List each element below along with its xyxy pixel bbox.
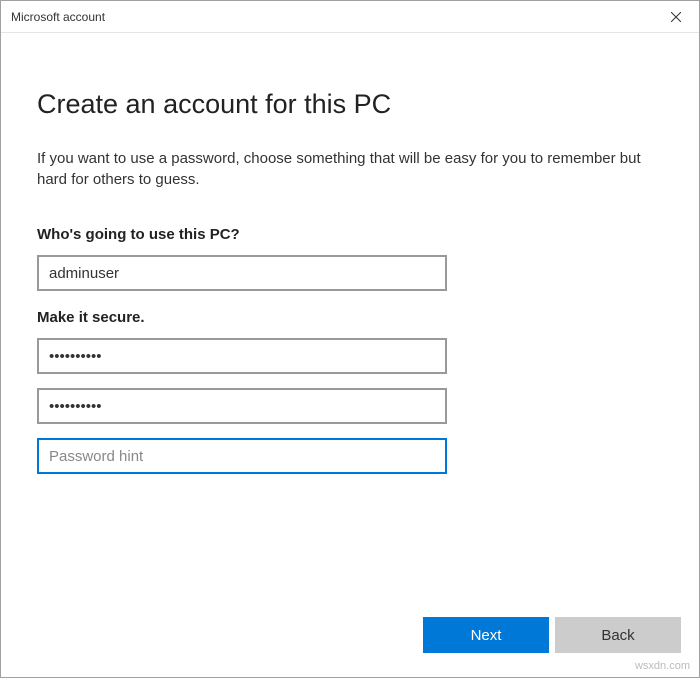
titlebar: Microsoft account (1, 1, 699, 33)
username-section-label: Who's going to use this PC? (37, 226, 663, 243)
watermark: wsxdn.com (635, 660, 690, 672)
footer: Next Back (1, 605, 699, 677)
page-heading: Create an account for this PC (37, 89, 663, 120)
password-section-label: Make it secure. (37, 309, 663, 326)
username-input[interactable] (37, 255, 447, 291)
password-input[interactable] (37, 338, 447, 374)
window-title: Microsoft account (11, 10, 653, 24)
content-area: Create an account for this PC If you wan… (1, 33, 699, 605)
close-icon (671, 9, 681, 25)
dialog-window: Microsoft account Create an account for … (0, 0, 700, 678)
confirm-password-input[interactable] (37, 388, 447, 424)
close-button[interactable] (653, 1, 699, 33)
next-button[interactable]: Next (423, 617, 549, 653)
back-button[interactable]: Back (555, 617, 681, 653)
password-hint-input[interactable] (37, 438, 447, 474)
page-subtext: If you want to use a password, choose so… (37, 148, 663, 190)
